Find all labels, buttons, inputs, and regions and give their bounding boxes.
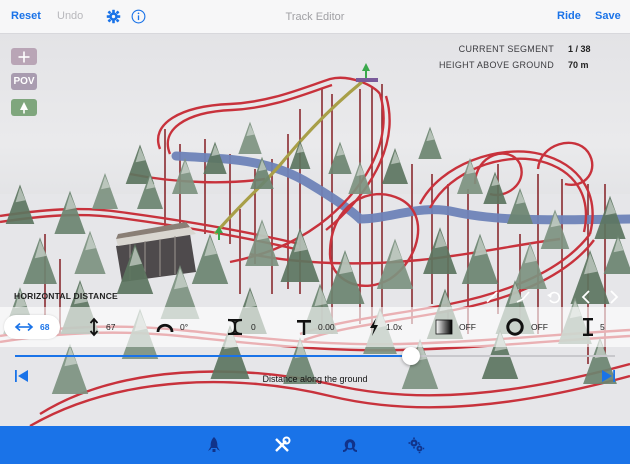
tool-value: 5 bbox=[600, 322, 605, 332]
tunnel-icon bbox=[435, 319, 453, 335]
vertical-height-icon bbox=[89, 317, 99, 337]
tool-support[interactable]: 5 bbox=[582, 316, 605, 338]
segment-value: 1 / 38 bbox=[568, 44, 591, 54]
twist-icon bbox=[227, 318, 243, 336]
horizontal-distance-icon bbox=[14, 322, 34, 332]
bank-icon bbox=[297, 320, 311, 335]
track-viewport[interactable]: POV CURRENT SEGMENT 1 / 38 HEIGHT ABOVE … bbox=[0, 34, 630, 426]
tool-twist[interactable]: 0 bbox=[225, 316, 256, 338]
parameter-caption: Distance along the ground bbox=[262, 374, 368, 384]
page-title: Track Editor bbox=[285, 11, 345, 23]
increase-arrow-icon[interactable] bbox=[601, 369, 615, 383]
settings-gears-icon[interactable] bbox=[407, 436, 425, 454]
rotate-icon[interactable] bbox=[546, 289, 562, 305]
loop-track-icon[interactable] bbox=[341, 436, 359, 454]
ride-button[interactable]: Ride bbox=[557, 10, 581, 22]
slider-fill bbox=[15, 355, 411, 357]
toggle-trees-button[interactable] bbox=[11, 99, 37, 116]
save-button[interactable]: Save bbox=[595, 10, 621, 22]
loop-icon bbox=[506, 318, 524, 336]
tree-icon bbox=[20, 101, 28, 113]
tool-value: OFF bbox=[459, 322, 476, 332]
tool-value: 68 bbox=[40, 322, 50, 332]
tool-value: 67 bbox=[106, 322, 116, 332]
tool-value: 1.0x bbox=[386, 322, 403, 332]
pov-button[interactable]: POV bbox=[11, 73, 37, 90]
segment-label: CURRENT SEGMENT bbox=[458, 44, 554, 54]
tool-loop[interactable]: OFF bbox=[505, 316, 548, 338]
previous-segment-icon[interactable] bbox=[578, 289, 594, 305]
distance-slider[interactable] bbox=[15, 347, 615, 365]
slope-icon[interactable] bbox=[515, 289, 531, 305]
add-segment-button[interactable] bbox=[11, 48, 37, 65]
tools-icon[interactable] bbox=[273, 436, 291, 454]
straighten-icon[interactable] bbox=[484, 289, 500, 305]
parameter-title: HORIZONTAL DISTANCE bbox=[14, 291, 118, 301]
support-icon bbox=[583, 318, 593, 336]
bottom-tab-bar bbox=[0, 426, 630, 464]
tool-value: OFF bbox=[531, 322, 548, 332]
tool-vertical-height[interactable]: 67 bbox=[88, 316, 115, 338]
slider-knob[interactable] bbox=[402, 347, 420, 365]
curve-icon bbox=[156, 323, 174, 333]
ride-icon[interactable] bbox=[205, 436, 223, 454]
tool-horizontal-distance[interactable]: 68 bbox=[14, 316, 49, 338]
tool-value: 0 bbox=[251, 322, 256, 332]
plus-icon bbox=[18, 51, 30, 62]
tool-curve[interactable]: 0° bbox=[156, 316, 188, 338]
tool-value: 0° bbox=[180, 322, 189, 332]
height-value: 70 m bbox=[568, 60, 589, 70]
height-label: HEIGHT ABOVE GROUND bbox=[438, 60, 554, 70]
tool-tunnel[interactable]: OFF bbox=[435, 316, 476, 338]
scene-drawing bbox=[0, 63, 630, 426]
next-segment-icon[interactable] bbox=[606, 289, 622, 305]
tool-value: 0.00 bbox=[318, 322, 335, 332]
boost-icon bbox=[370, 318, 378, 336]
tool-boost[interactable]: 1.0x bbox=[368, 316, 402, 338]
parameter-toolbar: 68 67 0° 0 0.00 1.0x OFF OFF 5 bbox=[0, 307, 630, 347]
tool-bank[interactable]: 0.00 bbox=[296, 316, 335, 338]
top-bar: Reset Undo Track Editor Ride Save bbox=[0, 0, 630, 34]
